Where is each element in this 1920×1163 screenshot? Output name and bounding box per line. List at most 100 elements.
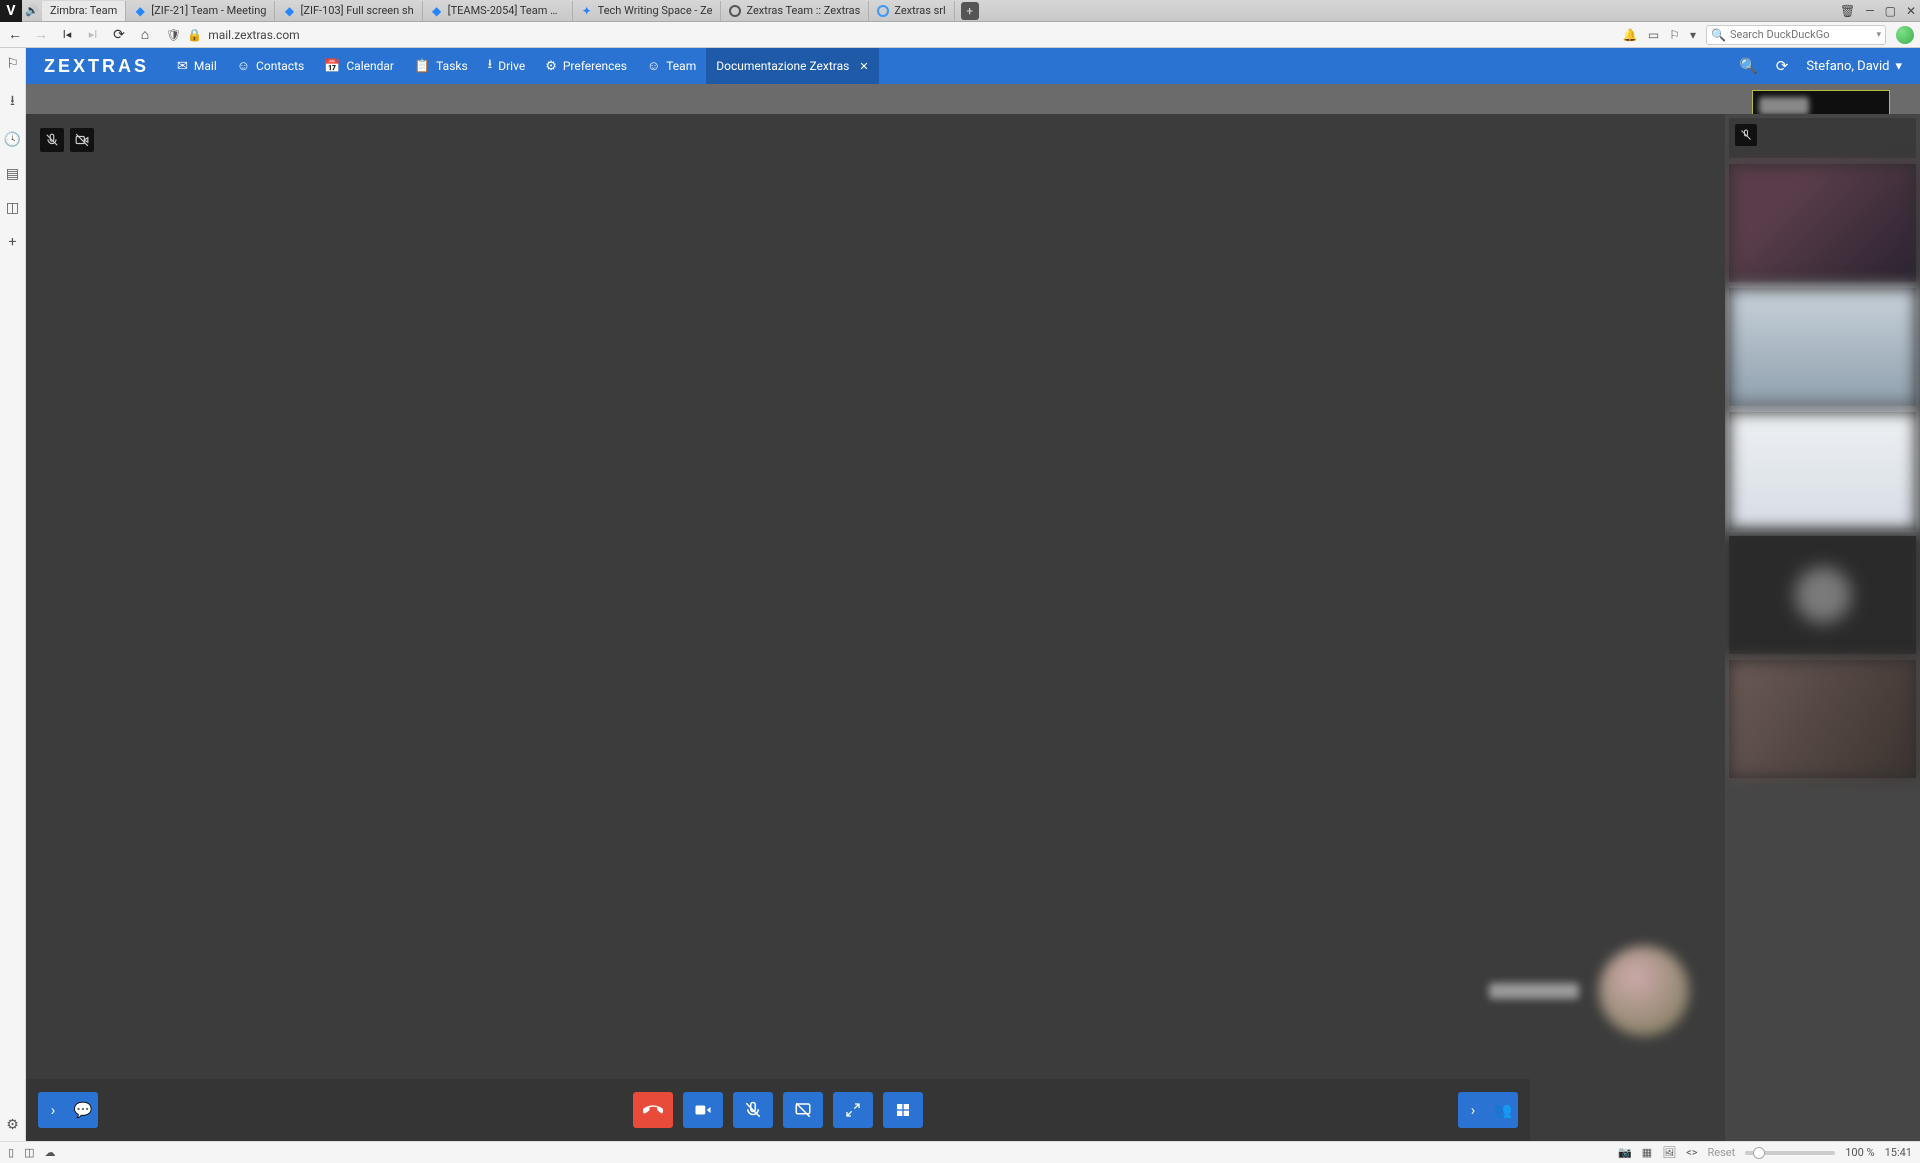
tab-tasks[interactable]: 📋Tasks: [404, 48, 478, 84]
chevron-down-icon[interactable]: ▾: [1876, 30, 1881, 40]
window-close-icon[interactable]: ✕: [1906, 4, 1916, 18]
tab-contacts[interactable]: ☺Contacts: [227, 48, 314, 84]
browser-tab-strip: V 🔊 Zimbra: Team ◆[ZIF-21] Team - Meetin…: [0, 0, 1920, 22]
capture-icon[interactable]: 📷: [1618, 1146, 1632, 1159]
bookmarks-panel-icon[interactable]: ⚐: [6, 56, 19, 72]
contacts-icon: ☺: [237, 58, 250, 74]
search-engine-icon: 🔍: [1711, 28, 1726, 42]
participant-tile[interactable]: [1729, 288, 1916, 406]
browser-tab[interactable]: ◆[ZIF-103] Full screen sh: [275, 1, 422, 21]
camera-off-icon: [70, 128, 94, 152]
mic-button[interactable]: [733, 1092, 773, 1128]
participants-panel-toggle[interactable]: › 👥: [1458, 1092, 1518, 1128]
vivaldi-icon[interactable]: V: [0, 0, 22, 22]
browser-tab[interactable]: ✦Tech Writing Space - Ze: [573, 1, 722, 21]
participant-tile[interactable]: [1729, 412, 1916, 530]
speaker-face-blurred: [1599, 946, 1689, 1036]
tab-calendar[interactable]: 📅Calendar: [314, 48, 404, 84]
refresh-icon[interactable]: ⟳: [1776, 57, 1789, 75]
browser-tab[interactable]: Zextras srl: [869, 1, 954, 21]
window-minimize-icon[interactable]: —: [1865, 4, 1874, 18]
browser-status-bar: ▯ ◫ ☁ 📷 ▦ 🖼 <> Reset 100 % 15:41: [0, 1141, 1920, 1163]
nav-back-icon[interactable]: ←: [6, 26, 24, 43]
tab-documentation[interactable]: Documentazione Zextras✕: [706, 48, 878, 84]
meeting-area: › 💬: [26, 114, 1920, 1141]
participant-tile[interactable]: [1729, 660, 1916, 778]
jira-icon: ◆: [431, 5, 443, 17]
nav-forward-icon[interactable]: →: [32, 26, 50, 43]
people-icon: 👥: [1488, 1092, 1518, 1128]
browser-tab[interactable]: ◆[TEAMS-2054] Team Me: [423, 1, 573, 21]
close-icon[interactable]: ✕: [859, 60, 868, 73]
shield-icon[interactable]: 🛡: [166, 28, 181, 42]
fastforward-icon[interactable]: ▸I: [84, 28, 102, 41]
camera-button[interactable]: [683, 1092, 723, 1128]
app-header: ZEXTRAS ✉Mail ☺Contacts 📅Calendar 📋Tasks…: [26, 48, 1920, 84]
bookmark-icon[interactable]: ⚐: [1669, 28, 1680, 42]
panel-toggle-icon[interactable]: ▯: [8, 1146, 14, 1159]
participant-tile[interactable]: [1729, 118, 1916, 158]
hangup-button[interactable]: [633, 1092, 673, 1128]
grid-view-button[interactable]: [883, 1092, 923, 1128]
clock: 15:41: [1885, 1146, 1912, 1159]
tasks-icon: 📋: [414, 59, 430, 74]
rewind-icon[interactable]: I◂: [58, 28, 76, 41]
participant-tile[interactable]: [1729, 164, 1916, 282]
zoom-value: 100 %: [1845, 1146, 1874, 1159]
image-toggle-icon[interactable]: 🖼: [1662, 1146, 1676, 1159]
address-url[interactable]: mail.zextras.com: [208, 28, 300, 42]
window-panel-icon[interactable]: ◫: [6, 200, 19, 216]
settings-icon[interactable]: ⚙: [6, 1117, 19, 1133]
screenshare-button[interactable]: [783, 1092, 823, 1128]
jira-icon: ◆: [283, 5, 295, 17]
reload-icon[interactable]: ⟳: [110, 27, 128, 43]
search-input[interactable]: [1730, 28, 1873, 41]
chat-panel-toggle[interactable]: › 💬: [38, 1092, 98, 1128]
jira-icon: ◆: [134, 5, 146, 17]
tab-team[interactable]: ☺Team: [637, 48, 706, 84]
speaker-icon[interactable]: 🔊: [22, 4, 42, 17]
search-icon[interactable]: 🔍: [1739, 57, 1758, 75]
history-panel-icon[interactable]: 🕓: [4, 132, 21, 148]
app-logo[interactable]: ZEXTRAS: [26, 56, 167, 77]
tab-mail[interactable]: ✉Mail: [167, 48, 227, 84]
zoom-slider[interactable]: [1745, 1151, 1835, 1155]
drive-icon: ⭳: [488, 55, 493, 77]
calendar-icon: 📅: [324, 59, 340, 74]
downloads-panel-icon[interactable]: ⭳: [10, 90, 15, 114]
bell-icon[interactable]: 🔔: [1623, 28, 1638, 42]
add-panel-icon[interactable]: +: [9, 234, 17, 250]
zextras-icon: [729, 5, 741, 17]
window-maximize-icon[interactable]: ▢: [1885, 4, 1896, 18]
search-engine-box[interactable]: 🔍 ▾: [1706, 25, 1886, 45]
browser-tab[interactable]: Zextras Team :: Zextras: [721, 1, 869, 21]
home-icon[interactable]: ⌂: [136, 26, 154, 43]
browser-toolbar: ← → I◂ ▸I ⟳ ⌂ 🛡 🔒 mail.zextras.com 🔔 ▭ ⚐…: [0, 22, 1920, 48]
tab-preferences[interactable]: ⚙Preferences: [535, 48, 637, 84]
new-tab-button[interactable]: +: [961, 2, 979, 20]
site-icon: [877, 5, 889, 17]
sync-icon[interactable]: ☁: [44, 1146, 55, 1159]
notes-panel-icon[interactable]: ▤: [6, 166, 19, 182]
participants-column[interactable]: [1725, 114, 1920, 1141]
participant-tile[interactable]: [1729, 536, 1916, 654]
browser-tab[interactable]: ◆[ZIF-21] Team - Meeting: [126, 1, 275, 21]
code-icon[interactable]: <>: [1686, 1146, 1697, 1159]
lock-icon[interactable]: 🔒: [187, 28, 202, 42]
user-menu[interactable]: Stefano, David▾: [1806, 59, 1902, 74]
trash-icon[interactable]: 🗑: [1840, 4, 1855, 18]
zoom-reset-button[interactable]: Reset: [1708, 1146, 1736, 1159]
chevron-down-icon[interactable]: ▾: [1690, 28, 1696, 42]
browser-tab[interactable]: Zimbra: Team: [42, 1, 126, 21]
chevron-right-icon: ›: [38, 1092, 68, 1128]
active-speaker-label: [1469, 931, 1689, 1051]
fullscreen-button[interactable]: [833, 1092, 873, 1128]
page-actions-icon[interactable]: ▦: [1642, 1146, 1652, 1159]
tab-drive[interactable]: ⭳Drive: [478, 48, 536, 84]
mic-muted-icon: [40, 128, 64, 152]
reader-icon[interactable]: ▭: [1648, 28, 1659, 42]
speaker-name-blurred: [1489, 983, 1579, 999]
tiling-icon[interactable]: ◫: [24, 1146, 34, 1159]
profile-avatar[interactable]: [1896, 26, 1914, 44]
mail-icon: ✉: [177, 59, 188, 74]
